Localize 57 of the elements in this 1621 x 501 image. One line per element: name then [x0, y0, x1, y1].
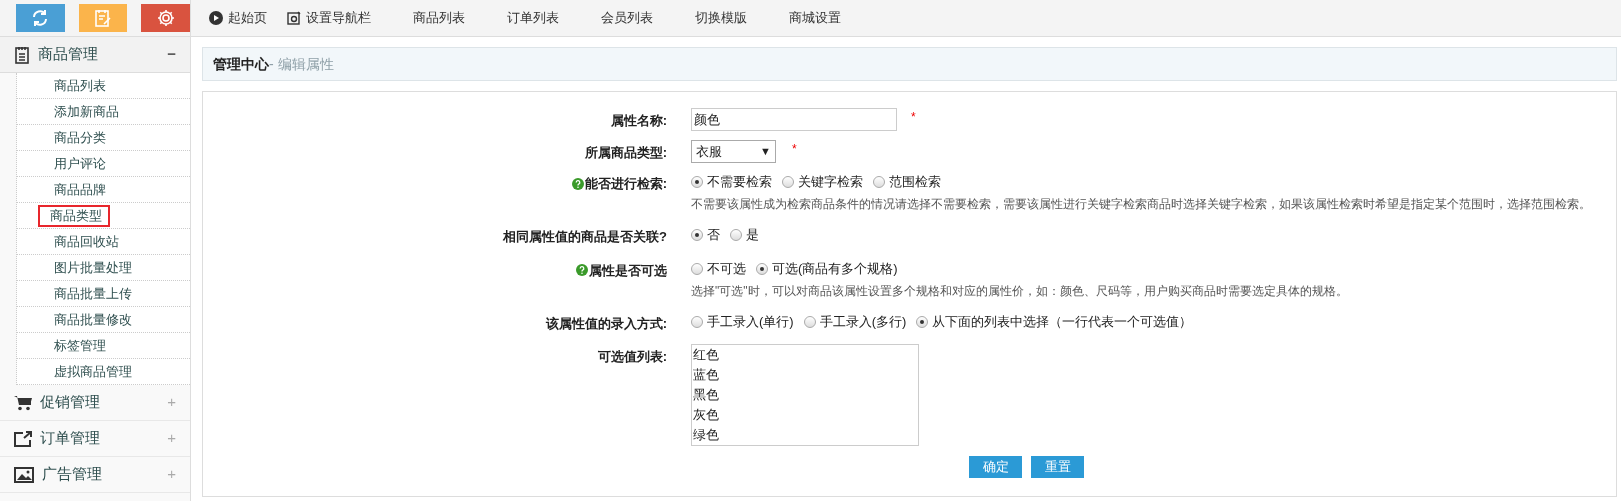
option-label: 手工录入(单行): [707, 312, 794, 331]
edit-icon: [93, 8, 113, 28]
toolbar-button[interactable]: [16, 4, 65, 32]
options-textarea[interactable]: 红色 蓝色 黑色 灰色 绿色: [691, 344, 919, 446]
field-label: 所属商品类型:: [584, 144, 667, 162]
nav-link[interactable]: 商城设置: [783, 8, 847, 28]
radio-button[interactable]: [691, 229, 703, 241]
field-label: 该属性值的录入方式:: [545, 314, 667, 333]
radio-button[interactable]: [782, 176, 794, 188]
required-mark: *: [911, 109, 916, 126]
breadcrumb-current: - 编辑属性: [269, 54, 334, 74]
nav-link[interactable]: 起始页: [203, 8, 273, 28]
radio-button[interactable]: [916, 315, 929, 328]
option-label: 否: [707, 226, 720, 245]
external-link-icon: [14, 430, 32, 447]
required-mark: *: [792, 141, 797, 158]
option-label: 不可选: [707, 259, 746, 278]
toolbar-button[interactable]: [78, 4, 128, 32]
text-input[interactable]: 颜色: [691, 108, 897, 131]
dropdown-arrow: ▼: [760, 144, 771, 160]
radio-button[interactable]: [730, 229, 742, 241]
help-text: 选择"可选"时，可以对商品该属性设置多个规格和对应的属性价，如：颜色、尺码等，用户购买商品时需要选定具体的规格。: [691, 282, 1348, 300]
radio-button[interactable]: [691, 262, 703, 275]
field-label: 属性名称:: [610, 112, 667, 130]
breadcrumb-root: 管理中心: [213, 54, 269, 74]
option-label: 关键字检索: [798, 173, 863, 192]
option-label: 从下面的列表中选择（一行代表一个可选值）: [932, 312, 1193, 331]
nav-link[interactable]: 会员列表: [595, 8, 659, 28]
notepad-icon: [14, 45, 30, 64]
toggle-sign[interactable]: −: [167, 43, 176, 66]
cart-icon: [14, 394, 32, 411]
field-label: 相同属性值的商品是否关联?: [503, 228, 667, 246]
field-label: 可选值列表:: [597, 348, 667, 366]
radio-button[interactable]: [756, 262, 768, 275]
option-label: 范围检索: [889, 173, 941, 192]
option-label: 不需要检索: [707, 173, 772, 192]
option-label: 是: [746, 226, 759, 245]
nav-link[interactable]: 订单列表: [501, 8, 565, 28]
play-icon: [209, 11, 223, 25]
option-label: 手工录入(多行): [819, 312, 907, 331]
nav-link[interactable]: 切换模版: [689, 8, 753, 28]
radio-button[interactable]: [691, 315, 703, 328]
sidebar-link[interactable]: 商品类型: [38, 204, 110, 227]
radio-button[interactable]: [803, 315, 816, 328]
nav-link[interactable]: 设置导航栏: [281, 8, 377, 28]
toolbar-button[interactable]: [141, 4, 190, 32]
help-text: 不需要该属性成为检索商品条件的情况请选择不需要检索，需要该属性进行关键字检索商品时选择关键字检索，如果该属性检索时希望是指定某个范围时，选择范围检索。: [691, 196, 1591, 213]
dropdown[interactable]: 衣服 ▼: [691, 140, 776, 163]
image-icon: [14, 466, 34, 483]
nav-link[interactable]: 商品列表: [407, 8, 471, 28]
field-label: 能否进行检索:: [584, 175, 667, 193]
radio-button[interactable]: [691, 176, 703, 188]
sidebar-group-header[interactable]: 商品管理 −: [0, 37, 190, 73]
radio-button[interactable]: [873, 176, 885, 188]
settings-icon: [155, 8, 176, 28]
field-label: 属性是否可选: [589, 261, 667, 280]
option-label: 可选(商品有多个规格): [772, 259, 898, 278]
